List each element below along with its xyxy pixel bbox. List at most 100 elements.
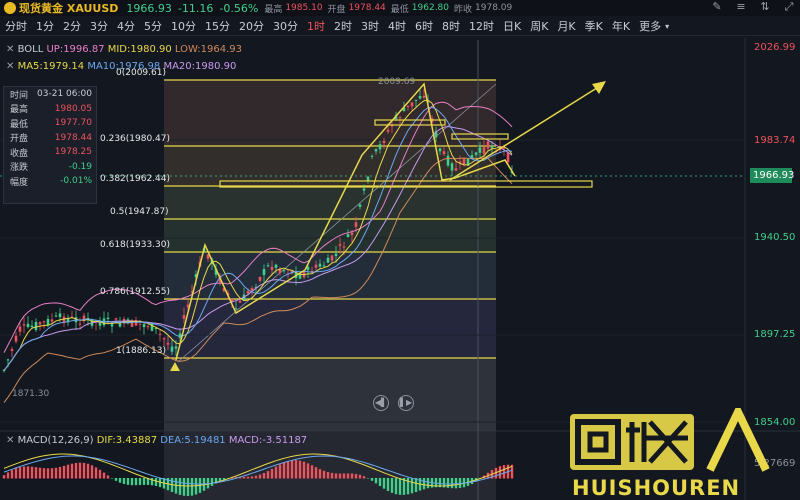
macd-bar	[154, 478, 158, 487]
candle-body	[326, 257, 330, 263]
replay-forward-button[interactable]: ▌▶	[398, 395, 414, 411]
macd-bar	[118, 478, 122, 483]
macd-bar	[34, 467, 38, 479]
projection-arrow-head	[592, 81, 606, 94]
candle-body	[266, 265, 270, 267]
macd-bar	[98, 469, 102, 479]
macd-bar	[30, 466, 34, 479]
macd-bar	[134, 478, 138, 486]
candle-body	[406, 105, 410, 107]
macd-bar	[302, 461, 306, 479]
crosshair-info-panel: 时间 03-21 06:00 最高 1980.05 最低 1977.70 开盘 1978.44…	[3, 86, 97, 204]
axis-price-2: 1983.74	[754, 135, 796, 146]
macd-bar	[366, 478, 370, 479]
huishouren-watermark: HUISHOUREN	[540, 402, 800, 500]
macd-bar	[38, 467, 42, 479]
macd-bar	[382, 478, 386, 489]
candle-body	[282, 270, 286, 272]
ma20-value: MA20:1980.90	[163, 61, 237, 72]
fib-level-label: 0.382(1962.44)	[100, 174, 171, 184]
macd-bar	[266, 471, 270, 479]
close-ma-icon[interactable]: ✕	[6, 61, 14, 72]
candle-body	[110, 324, 114, 327]
candle-body	[162, 338, 166, 340]
candle-body	[410, 102, 414, 107]
candle-body	[350, 232, 354, 236]
candle-body	[486, 141, 490, 149]
macd-legend: ✕ MACD(12,26,9) DIF:3.43887 DEA:5.19481 …	[6, 435, 307, 446]
macd-bar	[350, 473, 354, 479]
candle-body	[6, 359, 10, 361]
macd-bar	[394, 478, 398, 495]
boll-name: BOLL	[17, 44, 44, 55]
info-value: -0.01%	[60, 176, 92, 187]
macd-bar	[322, 470, 326, 479]
candle-body	[358, 204, 362, 207]
candle-body	[362, 188, 366, 191]
candle-body	[178, 333, 182, 338]
macd-bar	[410, 478, 414, 494]
macd-bar	[74, 462, 78, 479]
candle-body	[142, 324, 146, 328]
info-value: -0.19	[68, 161, 92, 172]
macd-bar	[282, 462, 286, 479]
candle-body	[482, 147, 486, 154]
candle-body	[442, 151, 446, 155]
macd-bar	[362, 476, 366, 479]
macd-bar	[194, 478, 198, 495]
fib-level-label: 0(2009.61)	[116, 68, 166, 78]
macd-bar	[62, 465, 66, 479]
candle-body	[146, 326, 150, 328]
macd-bar	[130, 478, 134, 486]
macd-bar	[346, 473, 350, 479]
candle-body	[22, 324, 26, 326]
macd-dif: DIF:3.43887	[96, 435, 158, 446]
macd-bar	[66, 464, 70, 479]
candle-body	[114, 318, 118, 320]
candle-body	[342, 246, 346, 248]
candle-body	[166, 342, 170, 345]
macd-bar	[318, 469, 322, 479]
candle-body	[106, 317, 110, 320]
info-key: 幅度	[10, 177, 29, 188]
replay-back-button[interactable]: ◀▌	[373, 395, 389, 411]
candle-body	[50, 319, 54, 322]
macd-bar	[386, 478, 390, 492]
macd-bar	[6, 472, 10, 479]
macd-bar	[50, 468, 54, 479]
close-boll-icon[interactable]: ✕	[6, 44, 14, 55]
macd-bar	[78, 462, 82, 479]
info-row: 开盘 1978.44	[4, 131, 96, 146]
info-key: 收盘	[10, 148, 29, 159]
macd-bar	[414, 478, 418, 493]
macd-bar	[370, 478, 374, 481]
candle-body	[274, 264, 278, 268]
candle-body	[158, 333, 162, 335]
macd-bar	[138, 478, 142, 486]
macd-bar	[446, 478, 450, 488]
candle-body	[262, 269, 266, 275]
close-macd-icon[interactable]: ✕	[6, 435, 14, 446]
candle-body	[318, 263, 322, 267]
macd-bar	[270, 468, 274, 479]
candle-body	[58, 313, 62, 318]
macd-bar	[502, 465, 506, 479]
candle-body	[474, 152, 478, 155]
macd-bar	[46, 468, 50, 479]
macd-bar	[390, 478, 394, 493]
macd-bar	[254, 475, 258, 479]
candle-body	[10, 349, 14, 351]
info-key: 涨跌	[10, 163, 29, 174]
info-key: 时间	[10, 90, 29, 101]
candle-body	[34, 321, 38, 331]
macd-bar	[358, 474, 362, 479]
info-row: 最高 1980.05	[4, 102, 96, 117]
macd-bar	[82, 462, 86, 479]
fib-zone	[164, 299, 496, 358]
candle-body	[138, 323, 142, 325]
candle-body	[42, 321, 46, 323]
macd-bar	[90, 465, 94, 479]
info-key: 开盘	[10, 134, 29, 145]
fib-level-label: 0.618(1933.30)	[100, 240, 171, 250]
macd-bar	[190, 478, 194, 496]
